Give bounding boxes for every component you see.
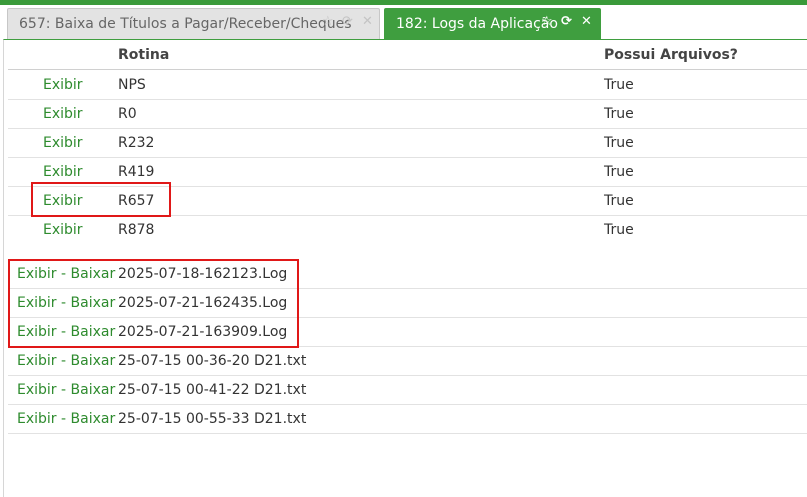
file-name: 25-07-15 00-55-33 D21.txt (118, 411, 307, 427)
file-row: Exibir - Baixar 25-07-15 00-55-33 D21.tx… (8, 404, 807, 434)
action-separator: - (56, 353, 71, 369)
table-header: Rotina Possui Arquivos? (8, 40, 807, 70)
rotina-cell: R419 (118, 164, 155, 180)
exibir-link[interactable]: Exibir (17, 411, 57, 427)
rotina-cell: R232 (118, 135, 155, 151)
possui-arquivos-cell: True (604, 106, 634, 122)
column-header-possui-arquivos: Possui Arquivos? (604, 47, 738, 63)
table-row: Exibir R878 True (8, 215, 807, 244)
file-row: Exibir - Baixar 25-07-15 00-41-22 D21.tx… (8, 375, 807, 405)
close-icon[interactable]: ✕ (581, 9, 592, 35)
tab-logs-aplicacao[interactable]: 182: Logs da Aplicação ☆ ⟳ ✕ (384, 8, 601, 39)
exibir-link[interactable]: Exibir (17, 353, 57, 369)
possui-arquivos-cell: True (604, 164, 634, 180)
exibir-link[interactable]: Exibir (43, 106, 83, 122)
baixar-link[interactable]: Baixar (71, 382, 116, 398)
table-row: Exibir R0 True (8, 99, 807, 129)
highlight-box-log-files (8, 259, 299, 348)
possui-arquivos-cell: True (604, 135, 634, 151)
exibir-link[interactable]: Exibir (43, 135, 83, 151)
file-actions: Exibir - Baixar (17, 353, 115, 369)
tab-bar: 657: Baixa de Títulos a Pagar/Receber/Ch… (0, 5, 807, 39)
table-row: Exibir NPS True (8, 70, 807, 100)
highlight-box-r657 (31, 182, 171, 217)
close-icon[interactable]: ✕ (362, 9, 373, 35)
star-icon[interactable]: ☆ (541, 9, 553, 35)
possui-arquivos-cell: True (604, 77, 634, 93)
refresh-icon[interactable]: ⟳ (342, 9, 353, 35)
file-actions: Exibir - Baixar (17, 382, 115, 398)
possui-arquivos-cell: True (604, 193, 634, 209)
action-separator: - (56, 382, 71, 398)
file-actions: Exibir - Baixar (17, 411, 115, 427)
column-header-rotina: Rotina (118, 47, 170, 63)
file-name: 25-07-15 00-36-20 D21.txt (118, 353, 307, 369)
file-row: Exibir - Baixar 25-07-15 00-36-20 D21.tx… (8, 346, 807, 376)
exibir-link[interactable]: Exibir (43, 77, 83, 93)
action-separator: - (56, 411, 71, 427)
exibir-link[interactable]: Exibir (43, 164, 83, 180)
file-name: 25-07-15 00-41-22 D21.txt (118, 382, 307, 398)
rotina-cell: R0 (118, 106, 137, 122)
exibir-link[interactable]: Exibir (17, 382, 57, 398)
tab-label: 657: Baixa de Títulos a Pagar/Receber/Ch… (19, 16, 352, 32)
exibir-link[interactable]: Exibir (43, 222, 83, 238)
rotina-cell: R878 (118, 222, 155, 238)
table-row: Exibir R232 True (8, 128, 807, 158)
tab-baixa-titulos[interactable]: 657: Baixa de Títulos a Pagar/Receber/Ch… (7, 8, 380, 39)
refresh-icon[interactable]: ⟳ (561, 9, 572, 35)
star-icon[interactable]: ☆ (322, 9, 334, 35)
rotina-cell: NPS (118, 77, 146, 93)
baixar-link[interactable]: Baixar (71, 353, 116, 369)
possui-arquivos-cell: True (604, 222, 634, 238)
tab-label: 182: Logs da Aplicação (396, 16, 558, 32)
baixar-link[interactable]: Baixar (71, 411, 116, 427)
